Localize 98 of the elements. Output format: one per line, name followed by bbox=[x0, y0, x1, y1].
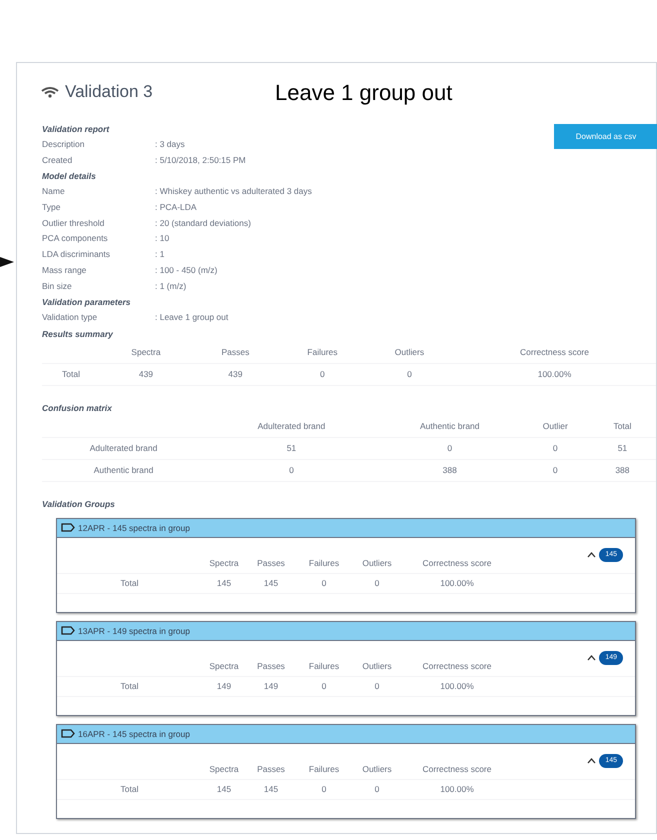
table-cell: 0 bbox=[322, 681, 326, 691]
field-value: : 10 bbox=[155, 232, 170, 246]
field-value: : 1 (m/z) bbox=[155, 280, 186, 293]
section-heading: Validation report bbox=[42, 123, 110, 136]
tag-icon bbox=[61, 523, 75, 532]
field-label: Mass range bbox=[42, 264, 88, 277]
table-cell: 439 bbox=[228, 369, 242, 379]
table-cell: 0 bbox=[320, 369, 325, 379]
table-cell: 51 bbox=[286, 443, 296, 453]
table-cell: 149 bbox=[216, 681, 232, 691]
table-cell-label: Authentic brand bbox=[94, 465, 154, 475]
section-heading: Results summary bbox=[42, 328, 113, 341]
table-cell: 388 bbox=[615, 465, 630, 475]
table-cell: 145 bbox=[216, 784, 232, 794]
field-value: : 100 - 450 (m/z) bbox=[155, 264, 218, 277]
field-label: Outlier threshold bbox=[42, 216, 106, 230]
column-header: Total bbox=[613, 421, 632, 431]
field-value: : PCA-LDA bbox=[155, 201, 197, 214]
column-header: Correctness score bbox=[520, 347, 589, 357]
field-value: : 5/10/2018, 2:50:15 PM bbox=[155, 154, 246, 167]
field-value: : 3 days bbox=[155, 138, 185, 151]
table-cell: 100.00% bbox=[538, 369, 572, 379]
column-header: Spectra bbox=[209, 764, 239, 774]
table-cell: 0 bbox=[407, 369, 412, 379]
table-cell: 0 bbox=[374, 784, 380, 794]
column-header: Adulterated brand bbox=[258, 421, 326, 431]
table-cell-label: Total bbox=[120, 784, 138, 794]
field-label: LDA discriminants bbox=[42, 248, 112, 262]
table-cell: 0 bbox=[447, 443, 452, 453]
tag-icon bbox=[61, 626, 75, 636]
field-value: : Whiskey authentic vs adulterated 3 days bbox=[155, 185, 312, 198]
column-header: Outlier bbox=[542, 421, 568, 431]
column-header: Failures bbox=[308, 558, 340, 568]
field-label: Created bbox=[42, 154, 74, 167]
column-header: Correctness score bbox=[422, 558, 492, 568]
field-label: Name bbox=[42, 185, 66, 198]
tag-icon bbox=[61, 729, 75, 738]
field-label: Type bbox=[42, 201, 62, 214]
table-cell: 0 bbox=[289, 465, 294, 475]
collapse-caret-icon[interactable] bbox=[587, 758, 596, 764]
section-heading: Model details bbox=[42, 170, 96, 184]
collapse-caret-icon[interactable] bbox=[587, 655, 596, 662]
column-header: Passes bbox=[221, 347, 250, 357]
group-title: 12APR - 145 spectra in group bbox=[78, 522, 190, 534]
column-header: Outliers bbox=[362, 661, 392, 671]
field-label: Validation type bbox=[42, 311, 98, 324]
table-cell: 100.00% bbox=[440, 578, 474, 588]
table-cell: 0 bbox=[374, 681, 380, 691]
column-header: Passes bbox=[257, 661, 285, 671]
column-header: Failures bbox=[307, 347, 338, 357]
table-cell: 100.00% bbox=[440, 784, 474, 794]
field-label: Description bbox=[42, 138, 86, 151]
section-heading: Validation Groups bbox=[42, 498, 115, 511]
wifi-icon bbox=[41, 86, 59, 98]
table-cell-label: Adulterated brand bbox=[90, 443, 158, 453]
table-cell-label: Total bbox=[62, 369, 80, 379]
column-header: Failures bbox=[308, 764, 340, 774]
table-cell: 0 bbox=[322, 784, 326, 794]
column-header: Passes bbox=[257, 764, 285, 774]
column-header: Outliers bbox=[394, 347, 424, 357]
page-subtitle: Leave 1 group out bbox=[275, 78, 452, 107]
field-value: : 20 (standard deviations) bbox=[155, 216, 251, 230]
collapse-caret-icon[interactable] bbox=[587, 552, 596, 558]
column-header: Outliers bbox=[362, 558, 392, 568]
download-button[interactable]: Download as csv bbox=[554, 124, 657, 149]
table-cell-label: Total bbox=[120, 681, 138, 691]
column-header: Correctness score bbox=[422, 661, 492, 671]
table-cell: 388 bbox=[442, 465, 457, 475]
field-value: : Leave 1 group out bbox=[155, 311, 228, 324]
page-title: Validation 3 bbox=[65, 81, 154, 104]
column-header: Spectra bbox=[209, 661, 239, 671]
column-header: Passes bbox=[257, 558, 285, 568]
table-cell: 439 bbox=[138, 369, 154, 379]
table-cell: 100.00% bbox=[440, 681, 474, 691]
table-cell: 145 bbox=[264, 784, 278, 794]
column-header: Correctness score bbox=[422, 764, 492, 774]
field-label: Bin size bbox=[42, 280, 73, 292]
column-header: Spectra bbox=[131, 347, 161, 357]
table-cell-label: Total bbox=[120, 578, 138, 588]
group-title: 13APR - 149 spectra in group bbox=[78, 624, 190, 638]
group-title: 16APR - 145 spectra in group bbox=[78, 728, 190, 740]
table-cell: 145 bbox=[216, 578, 232, 588]
section-heading: Validation parameters bbox=[42, 296, 130, 310]
field-label: PCA components bbox=[42, 232, 109, 246]
column-header: Failures bbox=[308, 661, 340, 671]
table-cell: 145 bbox=[264, 578, 278, 588]
column-header: Outliers bbox=[362, 764, 392, 774]
table-cell: 0 bbox=[552, 465, 558, 475]
pointer-arrow-icon bbox=[0, 255, 14, 269]
table-cell: 0 bbox=[552, 443, 558, 453]
table-cell: 0 bbox=[374, 578, 380, 588]
field-value: : 1 bbox=[155, 248, 164, 262]
section-heading: Confusion matrix bbox=[42, 402, 112, 415]
table-cell: 149 bbox=[264, 681, 278, 691]
column-header: Authentic brand bbox=[420, 421, 480, 431]
column-header: Spectra bbox=[209, 558, 239, 568]
table-cell: 0 bbox=[322, 578, 326, 588]
table-cell: 51 bbox=[618, 443, 628, 453]
